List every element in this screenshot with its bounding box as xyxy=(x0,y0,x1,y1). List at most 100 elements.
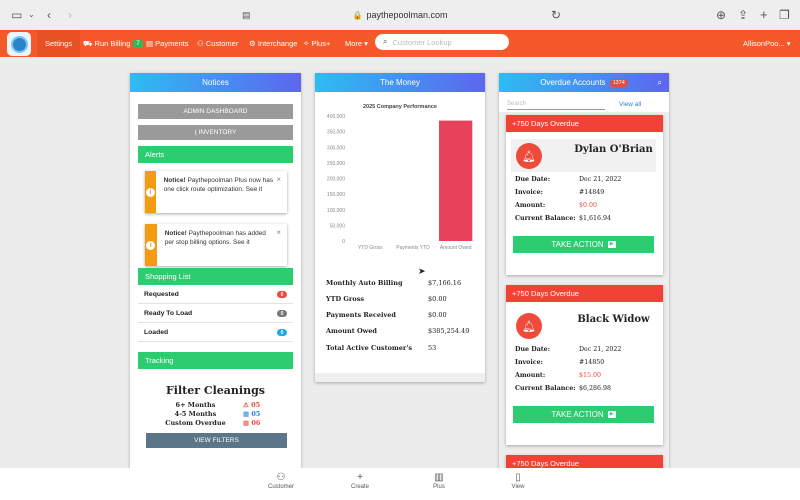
nav-label: Payments xyxy=(155,39,189,48)
y-tick-label: 150,000 xyxy=(327,192,345,198)
search-icon: ⌕ xyxy=(383,37,388,46)
close-icon[interactable]: × xyxy=(276,228,281,237)
amount-value: $0.00 xyxy=(579,202,598,209)
nav-interchange[interactable]: ⚙ Interchange xyxy=(249,30,297,57)
money-label: Amount Owed xyxy=(326,327,377,335)
user-icon: ⚇ xyxy=(197,39,206,48)
reload-icon[interactable]: ↻ xyxy=(551,8,561,22)
search-icon[interactable]: ⌕ xyxy=(658,78,662,88)
money-value: 53 xyxy=(428,344,437,352)
y-tick-label: 0 xyxy=(342,239,345,245)
money-value: $7,166.16 xyxy=(428,279,462,287)
nav-plus[interactable]: ✧ Plus+ xyxy=(303,30,330,57)
overdue-search-input[interactable]: Search xyxy=(507,101,605,110)
nav-more[interactable]: More ▾ xyxy=(345,30,368,57)
count-badge: 0 xyxy=(277,329,287,336)
shopping-list-header: Shopping List xyxy=(138,268,293,285)
tab-customer[interactable]: ⚇ Customer xyxy=(251,472,311,490)
users-icon: ⚇ xyxy=(276,472,286,483)
nav-run-billing[interactable]: ⛟ Run Billing 7 xyxy=(83,30,143,57)
y-tick-label: 100,000 xyxy=(327,208,345,214)
warning-icon: ⚠ xyxy=(243,401,252,409)
download-icon[interactable]: ⊕ xyxy=(716,8,726,22)
tracking-header: Tracking xyxy=(138,352,293,369)
shopping-label: Loaded xyxy=(144,329,169,336)
filter-row[interactable]: 4-5 Months ▦ 05 xyxy=(148,410,288,419)
due-value: Dec 21, 2022 xyxy=(579,176,622,183)
tab-plus[interactable]: ▥ Plus xyxy=(409,472,469,490)
tab-create[interactable]: + Create xyxy=(330,472,390,490)
view-filters-button[interactable]: VIEW FILTERS xyxy=(146,433,287,448)
customer-lookup-input[interactable]: ⌕ Customer Lookup xyxy=(375,34,509,50)
tab-label: Create xyxy=(350,484,369,490)
arrow-right-icon: ▶ xyxy=(607,411,616,418)
due-row: Invoice: #14849 xyxy=(515,189,645,196)
due-row: Amount: $0.00 xyxy=(515,202,645,209)
nav-customer[interactable]: ⚇ Customer xyxy=(197,30,238,57)
receipt-icon: ▤ xyxy=(146,39,156,48)
tab-label: Customer xyxy=(267,484,294,490)
filter-row[interactable]: 6+ Months ⚠ 05 xyxy=(148,401,288,410)
take-action-button[interactable]: TAKE ACTION ▶ xyxy=(513,236,654,253)
count-badge: 0 xyxy=(277,291,287,298)
take-action-button[interactable]: TAKE ACTION ▶ xyxy=(513,406,654,423)
shopping-row-loaded[interactable]: Loaded 0 xyxy=(138,324,293,342)
new-tab-icon[interactable]: + xyxy=(760,8,768,22)
view-all-link[interactable]: View all xyxy=(619,101,641,108)
app-logo[interactable] xyxy=(7,32,31,56)
truck-icon: ⛟ xyxy=(83,38,95,48)
money-row: Monthly Auto Billing $7,166.16 xyxy=(326,279,476,287)
nav-label: Customer xyxy=(205,39,239,48)
view-filters-label: VIEW FILTERS xyxy=(194,437,239,444)
info-icon: i xyxy=(146,240,156,250)
close-icon[interactable]: × xyxy=(276,175,281,184)
user-menu[interactable]: AllisonPoo... ▾ xyxy=(743,30,791,57)
overdue-card: +750 Days Overdue 🔔︎ Black Widow Due Dat… xyxy=(506,285,663,445)
share-icon[interactable]: ⇪ xyxy=(738,8,748,22)
y-tick-label: 250,000 xyxy=(327,161,345,167)
forward-icon[interactable]: › xyxy=(68,8,72,22)
filter-row[interactable]: Custom Overdue ▦ 06 xyxy=(148,419,288,428)
shopping-row-requested[interactable]: Requested 0 xyxy=(138,286,293,304)
url-text: paythepoolman.com xyxy=(366,10,448,20)
filter-list: 6+ Months ⚠ 05 4-5 Months ▦ 05 Custom Over… xyxy=(148,401,288,428)
nav-payments[interactable]: ▤ Payments xyxy=(146,30,189,57)
chevron-down-icon[interactable]: ⌄ xyxy=(28,8,35,22)
due-label: Due Date: xyxy=(515,346,551,353)
tab-view[interactable]: ▯ View xyxy=(488,472,548,490)
performance-chart: 2025 Company Performance 0 50,000 100,000 15… xyxy=(327,104,473,251)
filter-label: 4-5 Months xyxy=(174,410,217,418)
notices-title: Notices xyxy=(202,78,229,87)
alert-text: Notice! Paythepoolman Plus now has one c… xyxy=(156,171,287,213)
customer-name[interactable]: Dylan O'Brian xyxy=(566,144,661,155)
calendar-icon: ▦ xyxy=(243,419,252,427)
nav-label: Interchange xyxy=(257,39,298,48)
shopping-label: Requested xyxy=(144,291,179,298)
money-row: YTD Gross $0.00 xyxy=(326,295,476,303)
nav-label: Run Billing xyxy=(94,39,131,48)
map-icon: ▥ xyxy=(434,472,444,483)
money-label: Total Active Customer's xyxy=(326,344,413,352)
address-bar[interactable]: 🔒 paythepoolman.com xyxy=(240,7,560,23)
alerts-title: Alerts xyxy=(145,150,165,159)
balance-value: $1,616.94 xyxy=(579,215,612,222)
x-tick-label: YTD Gross xyxy=(358,245,383,251)
sidebar-toggle-icon[interactable]: ▭ xyxy=(11,8,22,22)
bottom-tab-bar xyxy=(0,468,800,500)
back-icon[interactable]: ‹ xyxy=(47,8,51,22)
notices-panel: Notices ADMIN DASHBOARD ( INVENTORY Aler… xyxy=(130,73,301,470)
shopping-row-ready[interactable]: Ready To Load 0 xyxy=(138,305,293,323)
tab-label: Plus xyxy=(433,484,445,490)
browser-toolbar: ▭ ⌄ ‹ › ▤ 🔒 paythepoolman.com ↻ ⊕ ⇪ + ❐ xyxy=(0,0,800,30)
admin-dashboard-label: ADMIN DASHBOARD xyxy=(183,108,248,115)
nav-settings[interactable]: Settings xyxy=(37,30,81,57)
money-value: $385,254.49 xyxy=(428,327,470,335)
x-tick-label: Payments YTD xyxy=(396,245,430,251)
customer-name[interactable]: Black Widow xyxy=(566,314,661,325)
tabs-overview-icon[interactable]: ❐ xyxy=(779,8,790,22)
alert-notice[interactable]: i Notice! Paythepoolman has added per st… xyxy=(145,224,287,266)
invoice-label: Invoice: xyxy=(515,189,543,196)
inventory-button[interactable]: ( INVENTORY xyxy=(138,125,293,140)
admin-dashboard-button[interactable]: ADMIN DASHBOARD xyxy=(138,104,293,119)
alert-notice[interactable]: i Notice! Paythepoolman Plus now has one… xyxy=(145,171,287,213)
